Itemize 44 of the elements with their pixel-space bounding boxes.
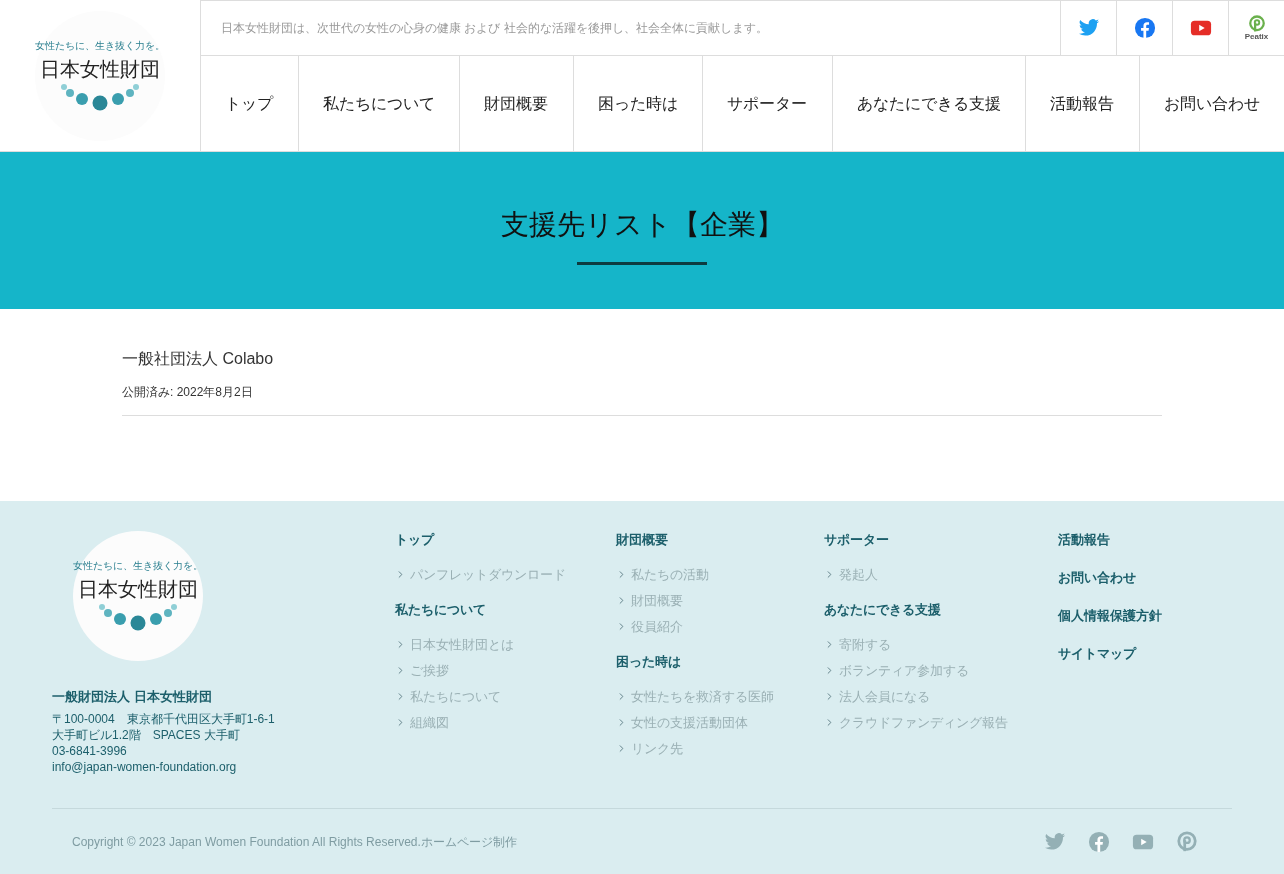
peatix-label: Peatix <box>1244 33 1269 41</box>
footer-heading[interactable]: お問い合わせ <box>1058 569 1232 586</box>
nav-link[interactable]: 私たちについて <box>297 56 459 151</box>
contact-line: info@japan-women-foundation.org <box>52 758 238 775</box>
logo[interactable]: 女性たちに、生き抜く力を。 日本女性財団 <box>73 531 203 661</box>
footer-heading[interactable]: サポーター <box>824 531 1058 548</box>
footer-heading[interactable]: 財団概要 <box>616 531 824 548</box>
contact-line: 03-6841-3996 <box>52 742 128 759</box>
org-name: 一般財団法人 日本女性財団 <box>52 688 213 706</box>
facebook-icon <box>1088 830 1110 853</box>
footer-heading[interactable]: あなたにできる支援 <box>824 601 1058 618</box>
nav-link[interactable]: 困った時は <box>572 56 702 151</box>
footer-heading[interactable]: 私たちについて <box>395 601 616 618</box>
post-title[interactable]: 一般社団法人 Colabo <box>122 347 1162 371</box>
nav-link[interactable]: あなたにできる支援 <box>831 56 1025 151</box>
nav-link[interactable]: トップ <box>201 56 298 151</box>
footer-heading[interactable]: トップ <box>395 531 616 548</box>
facebook-icon <box>1133 17 1156 39</box>
nav-link[interactable]: サポーター <box>702 56 832 151</box>
bird-icon <box>1044 830 1066 853</box>
social-link[interactable] <box>1044 830 1066 853</box>
p-circle-icon <box>1247 15 1266 33</box>
logo-name: 日本女性財団 <box>40 58 160 79</box>
footer-heading[interactable]: 困った時は <box>616 653 824 670</box>
page-title: 支援先リスト【企業】 <box>500 208 784 242</box>
bird-icon <box>1077 17 1100 39</box>
nav-link[interactable]: お問い合わせ <box>1138 56 1284 151</box>
post-date: 公開済み: 2022年8月2日 <box>122 384 254 401</box>
nav-link[interactable]: 財団概要 <box>459 56 573 151</box>
social-link[interactable] <box>1088 830 1110 853</box>
social-link[interactable]: Peatix <box>1228 1 1284 55</box>
logo-tagline: 女性たちに、生き抜く力を。 <box>35 40 165 51</box>
footer-heading[interactable]: 個人情報保護方針 <box>1058 607 1232 624</box>
copyright-text: Copyright © 2023 Japan Women Foundation All Rights Reserved.ホームページ制作 <box>72 833 517 851</box>
nav-link[interactable]: 活動報告 <box>1025 56 1139 151</box>
contact-line: 大手町ビル1.2階 SPACES 大手町 <box>52 726 241 743</box>
social-link[interactable] <box>1176 830 1198 853</box>
footer-heading[interactable]: サイトマップ <box>1058 645 1232 662</box>
tagline-text: 日本女性財団は、次世代の女性の心身の健康 および 社会的な活躍を後押し、社会全体に貢献します。 <box>220 20 769 37</box>
logo-tagline: 女性たちに、生き抜く力を。 <box>73 561 203 571</box>
footer-heading[interactable]: 活動報告 <box>1058 531 1232 548</box>
contact-line: 〒100-0004 東京都千代田区大手町1-6-1 <box>52 710 276 727</box>
p-circle-icon <box>1176 830 1198 853</box>
logo-name: 日本女性財団 <box>78 579 198 599</box>
